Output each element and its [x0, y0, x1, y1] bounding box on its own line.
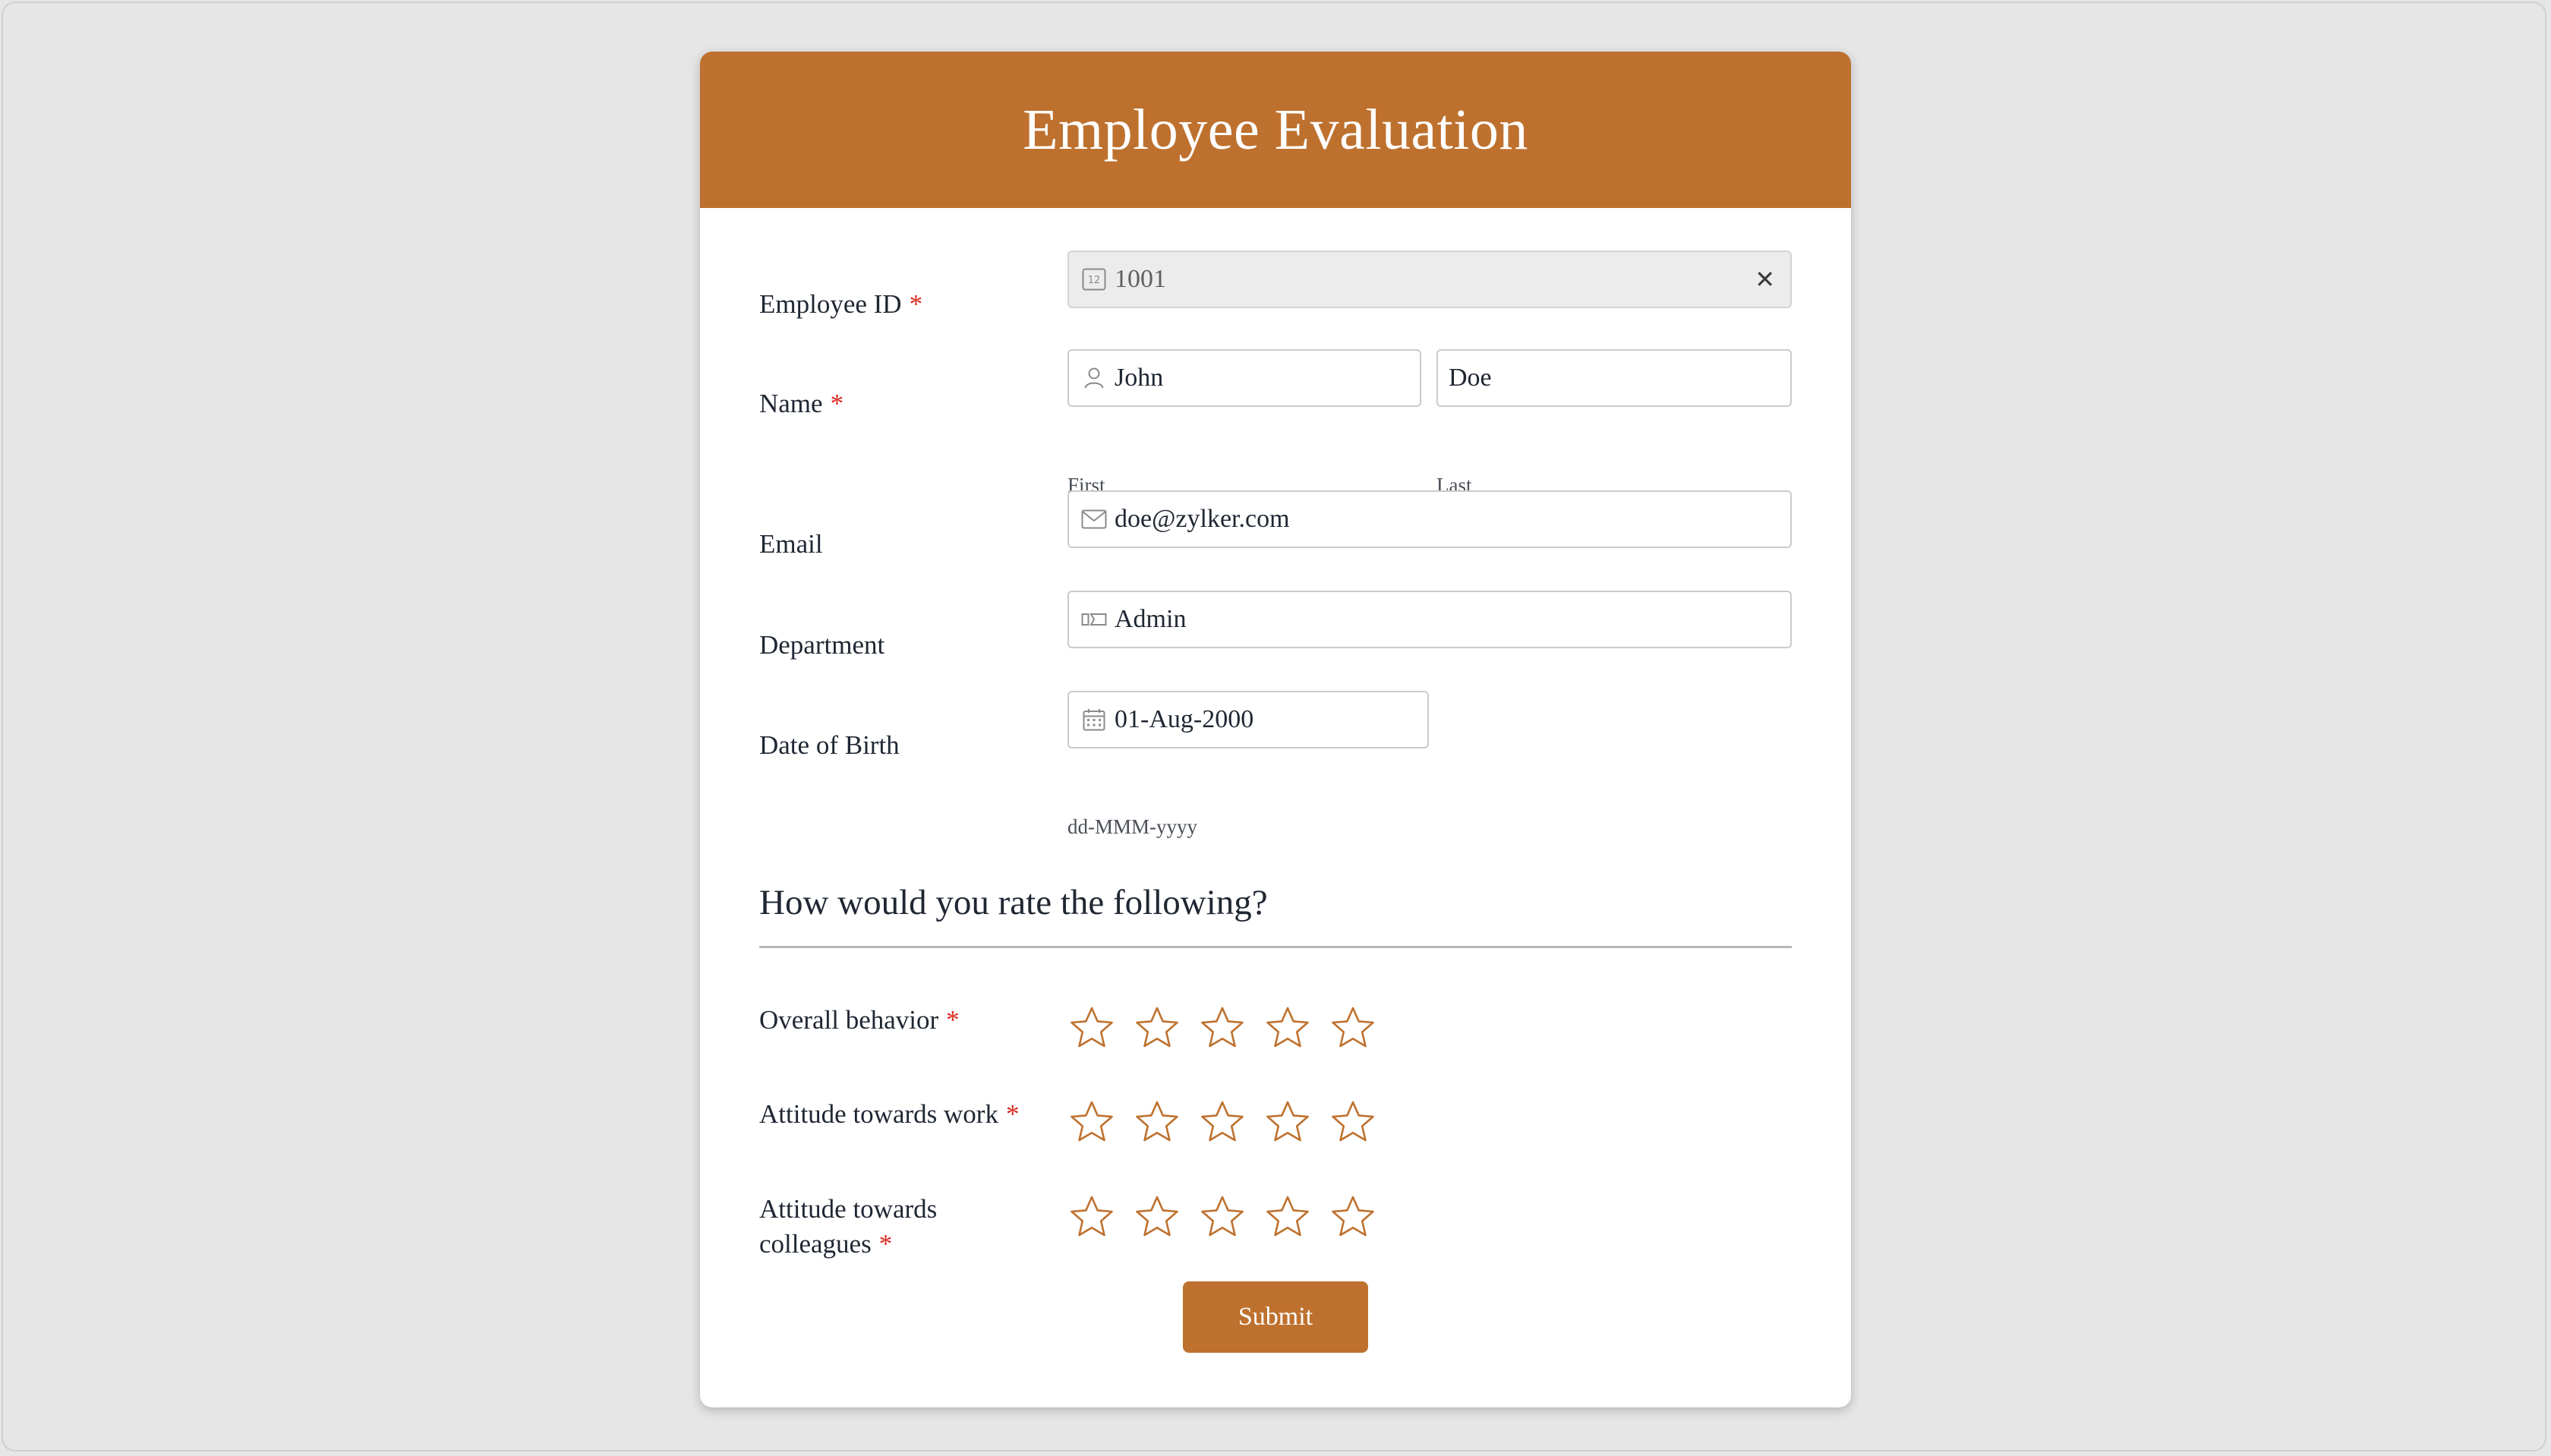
dropdown-icon — [1081, 607, 1107, 632]
star-icon[interactable] — [1133, 1098, 1181, 1147]
dob-label: Date of Birth — [759, 730, 900, 760]
last-name-value: Doe — [1449, 364, 1492, 392]
email-input[interactable]: doe@zylker.com — [1067, 490, 1792, 548]
required-mark: * — [1005, 1099, 1020, 1129]
star-icon[interactable] — [1263, 1098, 1312, 1147]
submit-button[interactable]: Submit — [1183, 1281, 1368, 1353]
employee-id-value: 1001 — [1115, 265, 1166, 293]
star-icon[interactable] — [1067, 1193, 1116, 1242]
star-icon[interactable] — [1329, 1098, 1377, 1147]
rating-section-title: How would you rate the following? — [759, 883, 1268, 922]
star-icon[interactable] — [1133, 1193, 1181, 1242]
section-divider — [759, 946, 1792, 948]
close-icon[interactable]: ✕ — [1755, 267, 1775, 292]
department-select[interactable]: Admin — [1067, 591, 1792, 648]
star-icon[interactable] — [1067, 1004, 1116, 1053]
employee-id-label: Employee ID * — [759, 289, 923, 319]
rating-label-attitude-work: Attitude towards work * — [759, 1099, 1020, 1129]
star-icon[interactable] — [1263, 1193, 1312, 1242]
star-icon[interactable] — [1133, 1004, 1181, 1053]
user-icon — [1081, 365, 1107, 391]
calendar-icon — [1081, 707, 1107, 733]
star-icon[interactable] — [1067, 1098, 1116, 1147]
required-mark: * — [909, 289, 923, 319]
rating-stars-attitude-work — [1067, 1098, 1377, 1147]
star-icon[interactable] — [1198, 1098, 1247, 1147]
department-label: Department — [759, 630, 885, 660]
star-icon[interactable] — [1263, 1004, 1312, 1053]
employee-id-field[interactable]: 12 1001 ✕ — [1067, 251, 1792, 308]
svg-text:12: 12 — [1088, 275, 1101, 286]
envelope-icon — [1081, 506, 1107, 532]
dob-value: 01-Aug-2000 — [1115, 705, 1254, 733]
form-title: Employee Evaluation — [1023, 97, 1528, 162]
number-icon: 12 — [1081, 266, 1107, 292]
form-card: Employee Evaluation Employee ID * 12 1001… — [700, 52, 1851, 1407]
form-header: Employee Evaluation — [700, 52, 1851, 208]
email-label: Email — [759, 529, 823, 559]
dob-input[interactable]: 01-Aug-2000 — [1067, 691, 1429, 748]
last-name-input[interactable]: Doe — [1436, 349, 1792, 407]
name-label: Name * — [759, 389, 844, 418]
required-mark: * — [946, 1005, 960, 1035]
dob-format-hint: dd-MMM-yyyy — [1067, 815, 1198, 838]
required-mark: * — [830, 389, 844, 418]
first-name-input[interactable]: John — [1067, 349, 1421, 407]
star-icon[interactable] — [1329, 1193, 1377, 1242]
email-value: doe@zylker.com — [1115, 505, 1290, 533]
required-mark: * — [878, 1229, 893, 1259]
star-icon[interactable] — [1198, 1193, 1247, 1242]
star-icon[interactable] — [1329, 1004, 1377, 1053]
rating-stars-overall-behavior — [1067, 1004, 1377, 1053]
rating-stars-attitude-colleagues — [1067, 1193, 1377, 1242]
department-value: Admin — [1115, 605, 1187, 633]
rating-label-overall-behavior: Overall behavior * — [759, 1005, 960, 1035]
first-name-value: John — [1115, 364, 1164, 392]
rating-label-attitude-colleagues: Attitude towards colleagues * — [759, 1194, 938, 1259]
star-icon[interactable] — [1198, 1004, 1247, 1053]
